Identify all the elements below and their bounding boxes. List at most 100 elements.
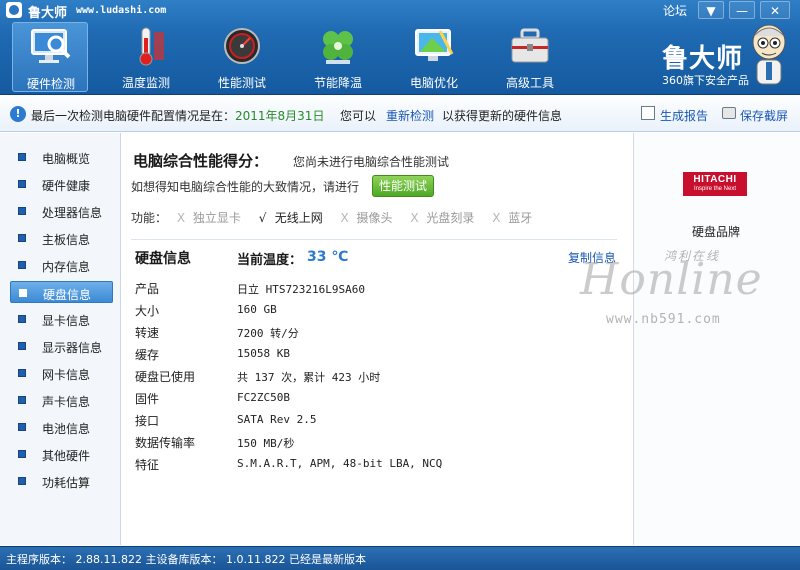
performance-score-title: 电脑综合性能得分： [133, 152, 269, 170]
feature-name: 无线上网 [274, 211, 323, 225]
square-bullet-icon [18, 477, 26, 485]
cross-icon: X [340, 211, 349, 225]
recheck-link[interactable]: 重新检测 [386, 107, 434, 124]
sidebar-item-power[interactable]: 功耗估算 [10, 470, 113, 492]
sidebar-item-overview[interactable]: 电脑概览 [10, 146, 113, 168]
minimize-button[interactable]: — [729, 1, 755, 19]
row-value: FC2ZC50B [237, 391, 290, 404]
tab-label: 硬件检测 [26, 77, 75, 91]
watermark-url: www.nb591.com [606, 312, 721, 327]
info-suffix: 以获得更新的硬件信息 [442, 109, 563, 123]
disk-row-rpm: 转速 7200 转/分 [135, 324, 615, 344]
square-bullet-icon [18, 369, 26, 377]
brand-subtitle: 360旗下安全产品 [662, 74, 749, 87]
disk-row-product: 产品 日立 HTS723216L9SA60 [135, 280, 615, 300]
feature-camera: X 摄像头 [341, 209, 393, 226]
sidebar-item-label: 内存信息 [42, 260, 91, 274]
row-key: 特征 [135, 458, 160, 472]
feature-name: 摄像头 [356, 211, 393, 225]
cross-icon: X [176, 211, 186, 225]
tab-label: 高级工具 [505, 76, 554, 90]
titlebar: 鲁大师 www.ludashi.com 论坛 ▼ — ✕ [0, 0, 800, 21]
square-bullet-icon [18, 180, 26, 188]
sidebar-item-other[interactable]: 其他硬件 [10, 443, 113, 465]
row-value: S.M.A.R.T, APM, 48-bit LBA, NCQ [237, 457, 443, 470]
disk-row-interface: 接口 SATA Rev 2.5 [135, 412, 615, 432]
row-key: 转速 [135, 326, 160, 340]
row-key: 固件 [135, 392, 160, 406]
tab-performance[interactable]: 性能测试 [204, 22, 280, 92]
row-key: 硬盘已使用 [135, 370, 196, 384]
feature-wireless: √ 无线上网 [259, 209, 323, 226]
toolbox-icon [511, 28, 549, 63]
sidebar-item-disk[interactable]: 硬盘信息 [10, 281, 113, 303]
sidebar-item-sound[interactable]: 声卡信息 [10, 389, 113, 411]
tab-energy-saving[interactable]: 节能降温 [300, 22, 376, 92]
tab-label: 温度监测 [121, 76, 170, 90]
disk-row-cache: 缓存 15058 KB [135, 346, 615, 366]
tab-hardware-detect[interactable]: 硬件检测 [12, 22, 88, 92]
sidebar-item-health[interactable]: 硬件健康 [10, 173, 113, 195]
square-bullet-icon [18, 342, 26, 350]
tab-optimize[interactable]: 电脑优化 [396, 22, 472, 92]
feature-name: 光盘刻录 [426, 211, 475, 225]
sidebar-item-graphics[interactable]: 显卡信息 [10, 308, 113, 330]
disk-row-features: 特征 S.M.A.R.T, APM, 48-bit LBA, NCQ [135, 456, 615, 476]
sidebar-item-label: 主板信息 [42, 233, 91, 247]
square-bullet-icon [18, 315, 26, 323]
temperature-label: 当前温度： [237, 253, 303, 268]
app-logo-icon [6, 2, 22, 18]
square-bullet-icon [18, 423, 26, 431]
square-bullet-icon [18, 396, 26, 404]
close-button[interactable]: ✕ [760, 1, 790, 19]
row-key: 大小 [135, 304, 160, 318]
sidebar-item-label: 其他硬件 [42, 449, 91, 463]
sidebar-item-cpu[interactable]: 处理器信息 [10, 200, 113, 222]
row-key: 缓存 [135, 348, 160, 362]
feature-label: 功能： [131, 211, 168, 225]
report-icon[interactable] [641, 106, 655, 120]
row-value: 日立 HTS723216L9SA60 [237, 283, 365, 296]
sidebar-item-label: 功耗估算 [42, 476, 91, 490]
tab-label: 性能测试 [217, 76, 266, 90]
row-value: 160 GB [237, 303, 277, 316]
info-text: 最后一次检测电脑硬件配置情况是在： [31, 109, 236, 123]
disk-info-title: 硬盘信息 [135, 251, 191, 267]
sidebar-item-motherboard[interactable]: 主板信息 [10, 227, 113, 249]
square-bullet-icon [18, 450, 26, 458]
watermark-logo: Honline [580, 254, 763, 305]
sidebar-item-memory[interactable]: 内存信息 [10, 254, 113, 276]
info-prefix: 您可以 [340, 109, 377, 123]
forum-link[interactable]: 论坛 [663, 2, 687, 19]
cross-icon: X [492, 211, 501, 225]
row-value: 共 137 次，累计 423 小时 [237, 371, 381, 384]
sidebar-item-label: 显示器信息 [42, 341, 103, 355]
tab-temperature[interactable]: 温度监测 [108, 22, 184, 92]
menu-dropdown-button[interactable]: ▼ [698, 1, 724, 19]
cross-icon: X [410, 211, 419, 225]
save-screenshot-link[interactable]: 保存截屏 [740, 107, 788, 124]
camera-icon[interactable] [722, 107, 736, 119]
sidebar-item-label: 电池信息 [42, 422, 91, 436]
row-value: SATA Rev 2.5 [237, 413, 317, 426]
sidebar-item-network[interactable]: 网卡信息 [10, 362, 113, 384]
hitachi-logo: HITACHI Inspire the Next [683, 172, 747, 196]
last-check-date: 2011年8月31日 [235, 109, 325, 123]
disk-row-size: 大小 160 GB [135, 302, 615, 322]
disk-row-usage: 硬盘已使用 共 137 次，累计 423 小时 [135, 368, 615, 388]
mascot-icon [752, 24, 786, 85]
performance-test-button[interactable]: 性能测试 [372, 175, 434, 197]
version-status: 主程序版本： 2.88.11.822 主设备库版本： 1.0.11.822 已经… [6, 553, 366, 566]
row-value: 7200 转/分 [237, 327, 299, 340]
sidebar-item-battery[interactable]: 电池信息 [10, 416, 113, 438]
disk-brand-label: 硬盘品牌 [692, 225, 741, 239]
disk-row-firmware: 固件 FC2ZC50B [135, 390, 615, 410]
row-value: 150 MB/秒 [237, 437, 295, 450]
disk-row-transfer-rate: 数据传输率 150 MB/秒 [135, 434, 615, 454]
sidebar-item-display[interactable]: 显示器信息 [10, 335, 113, 357]
generate-report-link[interactable]: 生成报告 [660, 107, 708, 124]
feature-list: 功能： X 独立显卡 √ 无线上网 X 摄像头 X 光盘刻录 X 蓝牙 [131, 209, 546, 226]
speedometer-icon [224, 28, 260, 64]
feature-name: 蓝牙 [508, 211, 533, 225]
tab-advanced-tools[interactable]: 高级工具 [492, 22, 568, 92]
